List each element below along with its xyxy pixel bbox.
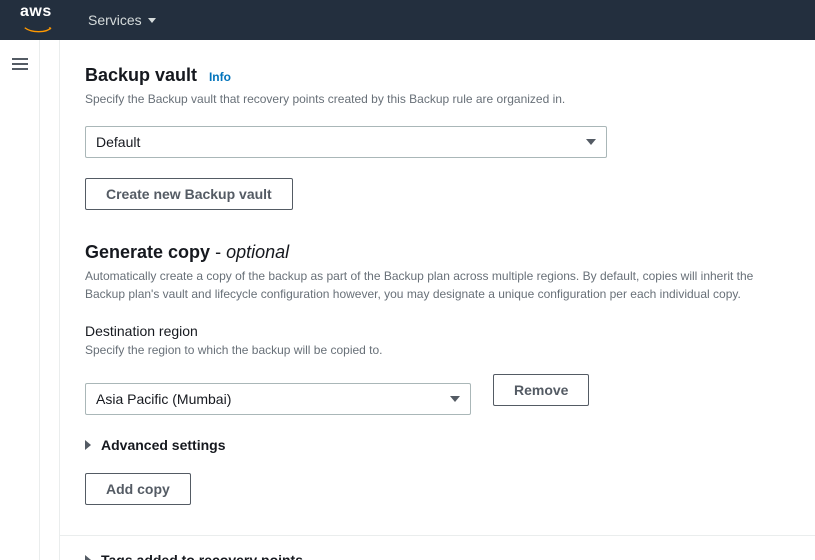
chevron-down-icon (450, 396, 460, 402)
create-backup-vault-button[interactable]: Create new Backup vault (85, 178, 293, 210)
left-rail (0, 40, 40, 560)
aws-smile-icon (20, 27, 58, 33)
generate-copy-title-optional: optional (226, 242, 289, 262)
chevron-right-icon (85, 440, 91, 450)
advanced-settings-expander[interactable]: Advanced settings (85, 437, 790, 453)
gutter (40, 40, 60, 560)
backup-vault-description: Specify the Backup vault that recovery p… (85, 90, 790, 108)
backup-vault-section: Backup vault Info Specify the Backup vau… (85, 65, 790, 210)
services-menu[interactable]: Services (88, 12, 156, 28)
generate-copy-description: Automatically create a copy of the backu… (85, 267, 790, 303)
chevron-down-icon (148, 18, 156, 23)
services-label: Services (88, 12, 142, 28)
backup-vault-select[interactable]: Default (85, 126, 607, 158)
tags-expander[interactable]: Tags added to recovery points (85, 552, 790, 560)
info-link[interactable]: Info (209, 70, 231, 84)
aws-logo-text: aws (20, 4, 58, 20)
generate-copy-title-main: Generate copy (85, 242, 210, 262)
divider (60, 535, 815, 536)
aws-logo[interactable]: aws (20, 4, 58, 36)
destination-region-hint: Specify the region to which the backup w… (85, 341, 790, 359)
advanced-settings-label: Advanced settings (101, 437, 225, 453)
generate-copy-section: Generate copy - optional Automatically c… (85, 242, 790, 505)
backup-vault-selected: Default (96, 134, 140, 150)
generate-copy-title-dash: - (210, 242, 226, 262)
destination-region-select[interactable]: Asia Pacific (Mumbai) (85, 383, 471, 415)
chevron-right-icon (85, 555, 91, 560)
top-nav: aws Services (0, 0, 815, 40)
tags-section: Tags added to recovery points Tags speci… (85, 552, 790, 560)
destination-region-selected: Asia Pacific (Mumbai) (96, 391, 231, 407)
remove-copy-button[interactable]: Remove (493, 374, 589, 406)
chevron-down-icon (586, 139, 596, 145)
add-copy-button[interactable]: Add copy (85, 473, 191, 505)
tags-title: Tags added to recovery points (101, 552, 303, 560)
destination-region-label: Destination region (85, 323, 790, 339)
main-content: Backup vault Info Specify the Backup vau… (60, 40, 815, 560)
hamburger-icon[interactable] (12, 58, 28, 70)
backup-vault-title: Backup vault (85, 65, 197, 85)
generate-copy-title: Generate copy - optional (85, 242, 790, 263)
